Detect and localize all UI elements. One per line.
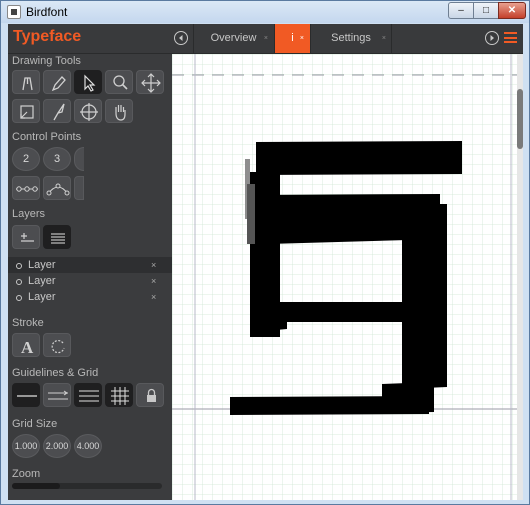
window-title: Birdfont [26,5,68,19]
next-tab-icon[interactable] [485,31,499,45]
tab-overview[interactable]: Overview × [193,24,273,53]
pencil-icon[interactable] [43,70,71,94]
pen-icon[interactable] [12,70,40,94]
guideline-metrics-icon[interactable] [43,383,71,407]
layer-item[interactable]: Layer × [8,273,172,289]
show-grid-icon[interactable] [105,383,133,407]
hamburger-menu-icon[interactable] [504,32,517,43]
section-title-control-points: Control Points [12,131,82,143]
tool-sidebar: Drawing Tools Control Points 2 3 Layers … [8,54,172,500]
top-tab-bar: Typeface Overview × i × Settings × [8,24,523,54]
minimize-button[interactable]: – [448,2,474,19]
scrollbar-thumb[interactable] [517,89,523,149]
layer-name: Layer [28,259,56,271]
curve-points-icon[interactable] [43,176,71,200]
tab-settings[interactable]: Settings × [310,24,392,53]
layer-name: Layer [28,275,56,287]
point-tool-partial[interactable] [74,176,84,200]
previous-tab-icon[interactable] [174,31,188,45]
hand-icon[interactable] [105,99,133,123]
vertical-scrollbar[interactable] [517,54,523,500]
app-icon [7,5,21,19]
maximize-button[interactable]: □ [473,2,499,19]
zoom-slider-fill [12,483,60,489]
glyph-canvas[interactable] [172,54,517,500]
tab-close-icon[interactable]: × [264,24,268,53]
visibility-dot-icon[interactable] [16,263,22,269]
delete-layer-icon[interactable]: × [151,273,156,289]
rotate-icon[interactable] [43,333,71,357]
application-window: Birdfont – □ ✕ Typeface Overview × i × S… [0,0,530,505]
close-window-button[interactable]: ✕ [498,2,526,19]
section-title-layers: Layers [12,208,46,220]
section-title-zoom: Zoom [12,468,41,480]
app-client-area: Typeface Overview × i × Settings × Drawi… [8,24,523,500]
add-layer-icon[interactable] [12,225,40,249]
control-point-partial-button[interactable] [74,147,84,171]
pointer-icon[interactable] [74,70,102,94]
glyph-drawing[interactable] [172,54,517,500]
typeface-title[interactable]: Typeface [13,28,81,46]
tab-label: Overview [210,32,257,44]
tab-close-icon[interactable]: × [300,24,304,53]
section-title-stroke: Stroke [12,317,44,329]
grid-size-4-button[interactable]: 4.000 [74,434,102,458]
tab-glyph-i[interactable]: i × [274,24,310,53]
control-point-3-button[interactable]: 3 [43,147,71,171]
stroke-a-icon[interactable]: A [12,333,40,357]
zoom-slider[interactable] [12,483,162,489]
layer-item[interactable]: Layer × [8,289,172,305]
visibility-dot-icon[interactable] [16,295,22,301]
zoom-icon[interactable] [105,70,133,94]
layers-list-icon[interactable] [43,225,71,249]
delete-layer-icon[interactable]: × [151,257,156,273]
lock-grid-icon[interactable] [136,383,164,407]
tab-close-icon[interactable]: × [382,24,386,53]
control-point-2-button[interactable]: 2 [12,147,40,171]
tab-label: i [291,32,294,44]
tab-label: Settings [331,32,371,44]
grid-size-1-button[interactable]: 1.000 [12,434,40,458]
svg-text:A: A [21,338,34,357]
delete-layer-icon[interactable]: × [151,289,156,305]
layer-item[interactable]: Layer × [8,257,172,273]
line-points-icon[interactable] [12,176,40,200]
window-titlebar[interactable]: Birdfont – □ ✕ [1,1,529,23]
guideline-horizontal-icon[interactable] [12,383,40,407]
move-icon[interactable] [136,70,164,94]
circle-target-icon[interactable] [74,99,102,123]
section-title-drawing-tools: Drawing Tools [12,55,81,67]
visibility-dot-icon[interactable] [16,279,22,285]
guideline-multiple-icon[interactable] [74,383,102,407]
section-title-guidelines-grid: Guidelines & Grid [12,367,99,379]
grid-size-2-button[interactable]: 2.000 [43,434,71,458]
resize-icon[interactable] [12,99,40,123]
grid-background [172,54,517,500]
layer-name: Layer [28,291,56,303]
knife-icon[interactable] [43,99,71,123]
section-title-grid-size: Grid Size [12,418,58,430]
